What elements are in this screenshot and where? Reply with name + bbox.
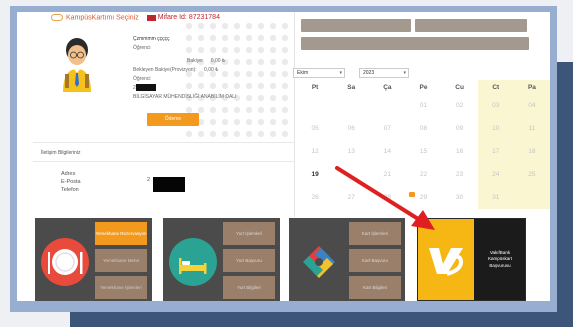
pointer-arrow-icon: [335, 166, 435, 230]
calendar-day[interactable]: 31: [477, 186, 514, 209]
card-select-label: KampüsKartımı Seçiniz: [66, 14, 139, 22]
calendar-day[interactable]: 25: [513, 163, 550, 186]
calendar-day[interactable]: 09: [442, 117, 478, 140]
email-label: E-Posta: [61, 179, 81, 185]
contact-title: İletişim Bilgileriniz: [41, 150, 81, 156]
calendar-day[interactable]: 15: [405, 140, 441, 163]
balance-value: 0,00 ₺: [210, 58, 226, 64]
weekday-label: Pt: [311, 83, 319, 91]
calendar-day[interactable]: 14: [369, 140, 405, 163]
calendar-current-day[interactable]: 19: [297, 163, 333, 186]
address-label: Adres: [61, 171, 76, 177]
dining-menu-button[interactable]: Yemekhane Menü: [95, 249, 147, 272]
pending-balance-label: Bekleyen Bakiye(Provizyon):: [133, 67, 197, 73]
profile-card: KampüsKartımı Seçiniz Mifare Id: 8723178…: [33, 12, 295, 217]
dining-reservation-button[interactable]: Yemekhane Rezervasyon: [95, 222, 147, 245]
calendar-top-button-1[interactable]: [301, 19, 411, 32]
dining-tile: Yemekhane Rezervasyon Yemekhane Menü Yem…: [35, 218, 152, 301]
redacted-contact: [153, 177, 185, 192]
calendar-day[interactable]: 01: [405, 94, 441, 117]
dorm-info-button[interactable]: Yurt Bilgileri: [223, 276, 275, 299]
calendar-day[interactable]: [297, 94, 333, 117]
calendar-week-row: 12 13 14 15 16 17 18: [297, 140, 550, 163]
portal-screen: KampüsKartımı Seçiniz Mifare Id: 8723178…: [17, 12, 550, 301]
calendar-day[interactable]: [513, 186, 550, 209]
contact-value-prefix: 2: [147, 177, 151, 183]
calendar-day[interactable]: 02: [442, 94, 478, 117]
balance-label: Bakiye:: [187, 58, 204, 64]
card-info-button[interactable]: Kart Bilgileri: [349, 276, 401, 299]
calendar-day[interactable]: 18: [513, 140, 550, 163]
calendar-top-button-2[interactable]: [415, 19, 527, 32]
weekday-label: Ça: [383, 83, 392, 91]
calendar-day[interactable]: 10: [477, 117, 514, 140]
weekday-label: Cu: [455, 83, 464, 91]
student-name: Çzmmmm ççççç: [133, 36, 170, 42]
student-role: Öğrenci: [133, 45, 151, 51]
calendar-weekday-header: Pt Sa Ça Pe Cu Ct Pa: [297, 80, 550, 94]
calendar-day[interactable]: 05: [297, 117, 333, 140]
calendar-day[interactable]: 07: [369, 117, 405, 140]
weekday-label: Sa: [347, 83, 356, 91]
weekday-label: Pe: [419, 83, 428, 91]
calendar-day[interactable]: [333, 94, 369, 117]
calendar-day[interactable]: [369, 94, 405, 117]
plate-icon: [41, 238, 89, 286]
calendar-day[interactable]: 06: [333, 117, 369, 140]
pending-balance-value: 0,00 ₺: [204, 67, 219, 73]
card-application-button[interactable]: Kart Başvuru: [349, 249, 401, 272]
card-flag-icon: [146, 14, 156, 21]
calendar-day[interactable]: 30: [442, 186, 478, 209]
calendar-day[interactable]: 23: [442, 163, 478, 186]
year-select[interactable]: 2023: [359, 68, 409, 78]
dorm-application-button[interactable]: Yurt Başvuru: [223, 249, 275, 272]
calendar-day[interactable]: 03: [477, 94, 514, 117]
dorm-operations-button[interactable]: Yurt İşlemleri: [223, 222, 275, 245]
calendar-day[interactable]: 16: [442, 140, 478, 163]
hexagon-pattern: [183, 20, 293, 140]
calendar-day[interactable]: 12: [297, 140, 333, 163]
bed-icon: [169, 238, 217, 286]
calendar-day[interactable]: 24: [477, 163, 514, 186]
calendar-day[interactable]: 13: [333, 140, 369, 163]
calendar-day[interactable]: 17: [477, 140, 514, 163]
dorm-tile: Yurt İşlemleri Yurt Başvuru Yurt Bilgile…: [163, 218, 280, 301]
calendar-week-row: 05 06 07 08 09 10 11: [297, 117, 550, 140]
calendar-wide-button[interactable]: [301, 37, 529, 50]
weekday-label: Pa: [513, 80, 550, 94]
kampuskart-logo-icon: [51, 14, 63, 21]
payment-button[interactable]: Ödeme: [147, 113, 199, 126]
dining-operations-button[interactable]: Yemekhane İşlemleri: [95, 276, 147, 299]
student-role-secondary: Öğrenci: [133, 76, 151, 82]
avatar: [57, 34, 97, 92]
contact-header: İletişim Bilgileriniz: [33, 142, 295, 162]
calendar-day[interactable]: 08: [405, 117, 441, 140]
weekday-label: Ct: [477, 80, 514, 94]
department-name: BİLGİSAYAR MÜHENDİSLİĞİ ANABİLİM DALI: [133, 94, 237, 100]
calendar-day[interactable]: 11: [513, 117, 550, 140]
logo-icon: [295, 238, 343, 286]
phone-label: Telefon: [61, 187, 79, 193]
calendar-day[interactable]: 26: [297, 186, 333, 209]
month-select[interactable]: Ekim: [293, 68, 345, 78]
redacted-id: [135, 84, 156, 91]
calendar-week-row: 01 02 03 04: [297, 94, 550, 117]
calendar-day[interactable]: 04: [513, 94, 550, 117]
